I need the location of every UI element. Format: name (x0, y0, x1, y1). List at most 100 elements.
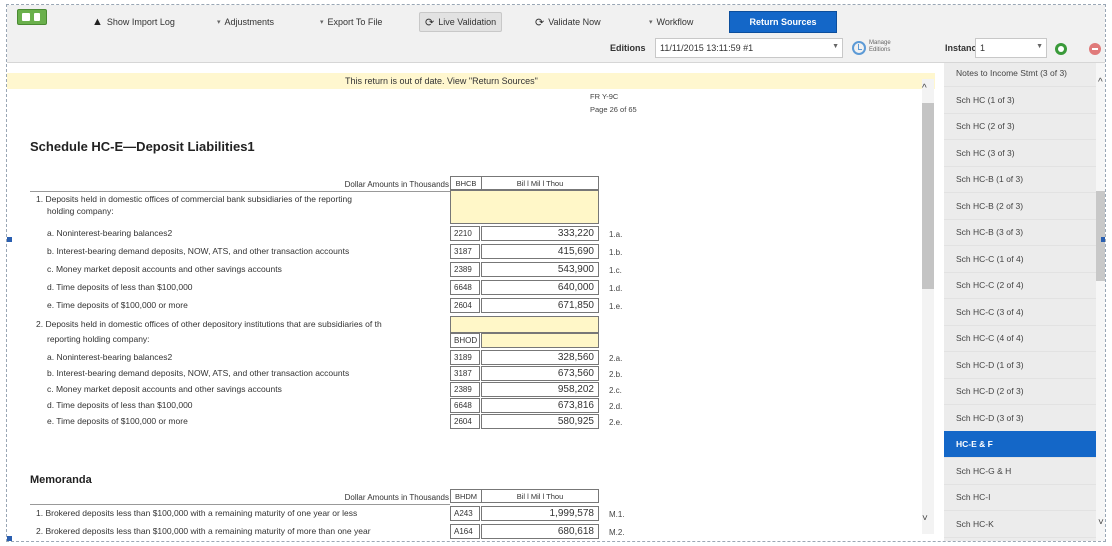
item-code: 3187 (450, 244, 480, 259)
row-label: d. Time deposits of less than $100,000 (47, 282, 193, 292)
section2-heading: 2. Deposits held in domestic offices of … (36, 319, 382, 329)
memoranda-title: Memoranda (30, 474, 92, 486)
navigation-scrollbar[interactable] (1096, 63, 1105, 541)
schedule-nav-item[interactable]: Sch HC-D (3 of 3) (944, 405, 1096, 432)
scroll-up-icon[interactable]: ^ (922, 83, 927, 94)
adjustments-menu[interactable]: ▾ Adjustments (212, 12, 279, 32)
section1-heading: 1. Deposits held in domestic offices of … (36, 194, 352, 204)
workflow-menu[interactable]: ▾ Workflow (644, 12, 698, 32)
section2-blank-cell (481, 333, 599, 348)
amount-field[interactable]: 580,925 (481, 414, 599, 429)
return-sources-button[interactable]: Return Sources (729, 11, 837, 33)
item-number: 1.b. (609, 248, 623, 257)
schedule-nav-item[interactable]: HC-E & F (944, 431, 1096, 458)
instances-select[interactable]: 1 ▼ (975, 38, 1047, 58)
export-to-file-menu[interactable]: ▾ Export To File (315, 12, 387, 32)
amount-field[interactable]: 543,900 (481, 262, 599, 277)
row-label: 2. Brokered deposits less than $100,000 … (36, 526, 371, 536)
validation-icon: ⟳ (425, 16, 435, 29)
amount-field[interactable]: 328,560 (481, 350, 599, 365)
page-info: Page 26 of 65 (590, 105, 637, 114)
validation-icon: ⟳ (535, 16, 545, 29)
amount-field[interactable]: 673,560 (481, 366, 599, 381)
live-validation-button[interactable]: ⟳ Live Validation (419, 12, 503, 32)
item-number: 2.a. (609, 354, 623, 363)
schedule-nav-item[interactable]: Sch HC (1 of 3) (944, 87, 1096, 114)
warning-icon: ▲ (92, 16, 103, 28)
document-scroll-thumb[interactable] (922, 103, 934, 289)
out-of-date-notice[interactable]: This return is out of date. View "Return… (7, 73, 935, 89)
amount-field[interactable]: 671,850 (481, 298, 599, 313)
item-code: 2389 (450, 262, 480, 277)
editions-select[interactable]: 11/11/2015 13:11:59 #1 ▼ (655, 38, 843, 58)
dropdown-caret-icon: ▾ (217, 19, 221, 26)
amount-field[interactable]: 673,816 (481, 398, 599, 413)
divider (30, 191, 450, 192)
schedule-title: Schedule HC-E—Deposit Liabilities1 (30, 139, 255, 154)
return-document: This return is out of date. View "Return… (7, 63, 935, 541)
row-label: b. Interest-bearing demand deposits, NOW… (47, 368, 350, 378)
item-code: 6648 (450, 398, 480, 413)
item-code: A243 (450, 506, 480, 521)
amount-field[interactable]: 1,999,578 (481, 506, 599, 521)
amount-field[interactable]: 640,000 (481, 280, 599, 295)
schedule-nav-item[interactable]: Sch HC-C (3 of 4) (944, 299, 1096, 326)
scroll-down-icon[interactable]: ˅ (1098, 517, 1104, 528)
scroll-up-icon[interactable]: ^ (1098, 77, 1103, 88)
resize-handle[interactable] (7, 237, 12, 242)
section2-header-cell (450, 316, 599, 333)
schedule-nav-item[interactable]: Sch HC (2 of 3) (944, 113, 1096, 140)
schedule-nav-item[interactable]: Sch HC (3 of 3) (944, 140, 1096, 167)
navigation-scroll-thumb[interactable] (1096, 191, 1105, 281)
item-number: 2.b. (609, 370, 623, 379)
schedule-nav-item[interactable]: Sch HC-C (1 of 4) (944, 246, 1096, 273)
dollar-amounts-label-memo: Dollar Amounts in Thousands (344, 493, 449, 502)
item-number: 1.c. (609, 266, 622, 275)
item-code: 2210 (450, 226, 480, 241)
add-instance-icon[interactable] (1055, 43, 1067, 55)
resize-handle[interactable] (7, 536, 12, 541)
item-number: M.2. (609, 528, 625, 537)
schedule-nav-item[interactable]: Sch HC-I (944, 484, 1096, 511)
validate-now-button[interactable]: ⟳ Validate Now (530, 12, 606, 32)
resize-handle[interactable] (1101, 237, 1105, 242)
app-window: ▲ Show Import Log ▾ Adjustments ▾ Export… (6, 4, 1106, 542)
schedule-nav-item[interactable]: Sch HC-D (1 of 3) (944, 352, 1096, 379)
schedule-nav-item[interactable]: Sch HC-L (1 of 4) (944, 537, 1096, 541)
amount-field[interactable]: 680,618 (481, 524, 599, 539)
schedule-nav-item[interactable]: Sch HC-K (944, 511, 1096, 538)
schedule-nav-item[interactable]: Sch HC-C (4 of 4) (944, 325, 1096, 352)
toggle-view-icon[interactable] (17, 9, 47, 25)
amount-field[interactable]: 415,690 (481, 244, 599, 259)
show-import-log-button[interactable]: ▲ Show Import Log (87, 12, 180, 32)
schedule-nav-item[interactable]: Sch HC-B (1 of 3) (944, 166, 1096, 193)
bil-mil-thou-header-memo: Bil l Mil l Thou (481, 489, 599, 503)
manage-editions-icon[interactable] (852, 41, 866, 55)
scroll-down-icon[interactable]: ˅ (922, 513, 928, 524)
schedule-nav-item[interactable]: Sch HC-B (3 of 3) (944, 219, 1096, 246)
amount-field[interactable]: 958,202 (481, 382, 599, 397)
item-number: 2.c. (609, 386, 622, 395)
item-code: 2604 (450, 414, 480, 429)
schedule-nav-item[interactable]: Sch HC-C (2 of 4) (944, 272, 1096, 299)
amount-field[interactable]: 333,220 (481, 226, 599, 241)
schedule-nav-item[interactable]: Sch HC-B (2 of 3) (944, 193, 1096, 220)
manage-editions-link[interactable]: Manage Editions (869, 40, 897, 54)
dropdown-caret-icon: ▼ (832, 43, 839, 50)
row-label: e. Time deposits of $100,000 or more (47, 300, 188, 310)
dropdown-caret-icon: ▼ (1036, 43, 1043, 50)
item-code: A164 (450, 524, 480, 539)
item-code: 2604 (450, 298, 480, 313)
section2-heading-cont: reporting holding company: (47, 334, 150, 344)
schedule-nav-item[interactable]: Sch HC-G & H (944, 458, 1096, 485)
schedule-nav-item[interactable]: Notes to Income Stmt (3 of 3) (944, 60, 1096, 87)
schedule-nav-item[interactable]: Sch HC-D (2 of 3) (944, 378, 1096, 405)
bil-mil-thou-header: Bil l Mil l Thou (481, 176, 599, 190)
editions-label: Editions (610, 43, 646, 53)
row-label: a. Noninterest-bearing balances2 (47, 228, 173, 238)
item-code: 3189 (450, 350, 480, 365)
section1-header-cell (450, 190, 599, 224)
section1-heading-cont: holding company: (47, 206, 114, 216)
row-label: c. Money market deposit accounts and oth… (47, 384, 282, 394)
remove-instance-icon[interactable] (1089, 43, 1101, 55)
